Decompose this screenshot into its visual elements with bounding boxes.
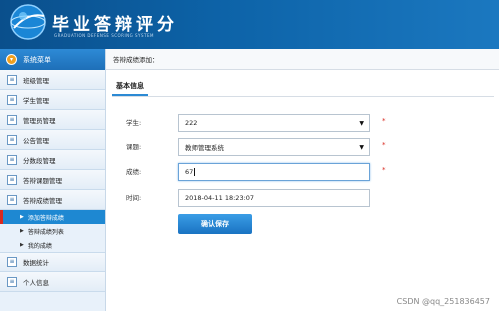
sidebar-subitem-score-list[interactable]: ▶ 答辩成绩列表	[0, 224, 105, 238]
list-icon: ≡	[7, 257, 17, 267]
sidebar-subitem-label: 答辩成绩列表	[27, 228, 64, 236]
sidebar-item-label: 答辩课题管理	[23, 176, 62, 185]
sidebar-subitem-label: 添加答辩成绩	[27, 214, 64, 222]
score-input[interactable]: 67	[178, 163, 370, 181]
triangle-right-icon: ▶	[20, 214, 24, 220]
app-header: 毕业答辩评分 GRADUATION DEFENSE SCORING SYSTEM	[0, 0, 499, 49]
sidebar-item-statistics[interactable]: ≡ 数据统计	[0, 252, 105, 272]
chevron-down-icon: ▾	[6, 54, 17, 65]
topic-label: 课题:	[126, 143, 142, 151]
list-icon: ≡	[7, 114, 17, 125]
sidebar-item-label: 学生管理	[23, 96, 49, 105]
topic-select[interactable]: 教师管理系统 ▼	[178, 138, 370, 156]
list-icon: ≡	[7, 134, 17, 145]
topic-row: 课题: 教师管理系统 ▼ *	[106, 138, 499, 156]
sidebar-item-profile[interactable]: ≡ 个人信息	[0, 272, 105, 292]
watermark: CSDN @qq_251836457	[396, 297, 490, 306]
section-header: 基本信息	[112, 79, 494, 97]
site-subtitle: GRADUATION DEFENSE SCORING SYSTEM	[54, 33, 154, 38]
list-icon: ≡	[7, 154, 17, 165]
time-input[interactable]: 2018-04-11 18:23:07	[178, 189, 370, 207]
time-label: 时间:	[126, 194, 142, 202]
sidebar-heading-label: 系统菜单	[23, 55, 51, 64]
sidebar-item-notices[interactable]: ≡ 公告管理	[0, 130, 105, 150]
sidebar-item-topics[interactable]: ≡ 答辩课题管理	[0, 170, 105, 190]
sidebar-item-label: 分数段管理	[23, 156, 56, 165]
triangle-right-icon: ▶	[20, 242, 24, 248]
required-mark: *	[382, 166, 386, 174]
sidebar-item-scores[interactable]: ≡ 答辩成绩管理	[0, 190, 105, 210]
list-icon: ≡	[7, 74, 17, 85]
list-icon: ≡	[7, 194, 17, 205]
site-title: 毕业答辩评分	[52, 15, 178, 35]
topic-value: 教师管理系统	[185, 144, 224, 152]
triangle-right-icon: ▶	[20, 228, 24, 234]
sidebar-subitem-my-score[interactable]: ▶ 我的成绩	[0, 238, 105, 252]
chevron-down-icon: ▼	[359, 120, 364, 127]
time-row: 时间: 2018-04-11 18:23:07	[106, 189, 499, 207]
time-value: 2018-04-11 18:23:07	[185, 194, 255, 202]
sidebar-subitem-label: 我的成绩	[27, 242, 52, 250]
sidebar-item-label: 数据统计	[23, 259, 49, 267]
list-icon: ≡	[7, 94, 17, 105]
sidebar-heading[interactable]: ▾ 系统菜单	[0, 49, 105, 70]
breadcrumb: 答辩成绩添加：	[106, 49, 499, 70]
globe-logo-icon	[10, 4, 46, 40]
required-mark: *	[382, 141, 386, 149]
text-cursor	[194, 168, 196, 176]
sidebar-item-admins[interactable]: ≡ 管理员管理	[0, 110, 105, 130]
sidebar-item-label: 答辩成绩管理	[23, 196, 62, 205]
sidebar-item-label: 管理员管理	[23, 116, 56, 125]
list-icon: ≡	[7, 276, 17, 287]
main-content: 答辩成绩添加： 基本信息 学生: 222 ▼ * 课题: 教师管理系统 ▼ * …	[106, 49, 499, 311]
student-label: 学生:	[126, 119, 142, 127]
student-value: 222	[185, 119, 198, 127]
sidebar-item-students[interactable]: ≡ 学生管理	[0, 90, 105, 110]
chevron-down-icon: ▼	[359, 144, 364, 151]
sidebar-subitem-add-score[interactable]: ▶ 添加答辩成绩	[0, 210, 105, 224]
sidebar: ▾ 系统菜单 ≡ 班级管理 ≡ 学生管理 ≡ 管理员管理 ≡ 公告管理 ≡ 分数段管理 ≡…	[0, 49, 106, 311]
save-button[interactable]: 确认保存	[178, 214, 252, 234]
student-select[interactable]: 222 ▼	[178, 114, 370, 132]
student-row: 学生: 222 ▼ *	[106, 114, 499, 132]
sidebar-item-class[interactable]: ≡ 班级管理	[0, 70, 105, 90]
sidebar-item-label: 公告管理	[23, 136, 49, 145]
required-mark: *	[382, 117, 386, 125]
sidebar-item-score-ranges[interactable]: ≡ 分数段管理	[0, 150, 105, 170]
score-label: 成绩:	[126, 168, 142, 176]
sidebar-item-label: 个人信息	[23, 278, 49, 287]
sidebar-item-label: 班级管理	[23, 76, 49, 85]
section-title: 基本信息	[112, 79, 148, 96]
score-row: 成绩: 67 *	[106, 163, 499, 181]
list-icon: ≡	[7, 174, 17, 185]
score-value: 67	[185, 168, 194, 176]
